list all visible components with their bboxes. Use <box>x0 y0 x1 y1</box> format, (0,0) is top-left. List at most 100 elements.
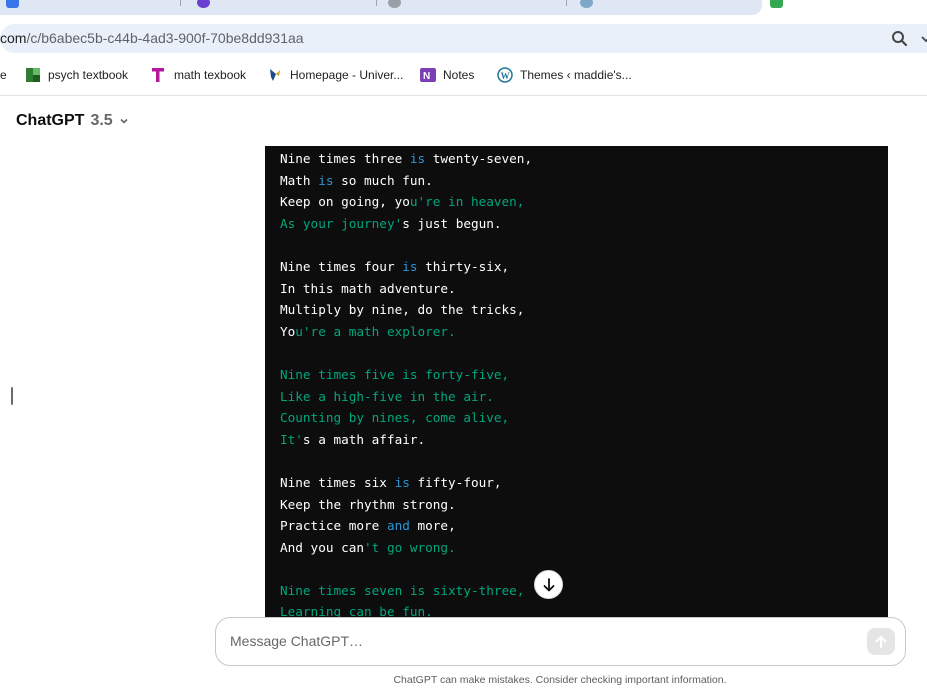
bookmark-item[interactable]: e <box>0 66 7 84</box>
code-token: Nine times seven is sixty-three, <box>280 582 525 598</box>
message-composer <box>215 617 906 666</box>
code-line: Nine times six is fifty-four, <box>280 472 532 494</box>
code-token: In this math adventure. <box>280 280 456 296</box>
code-line: Keep the rhythm strong. <box>280 494 532 516</box>
code-line: Counting by nines, come alive, <box>280 407 532 429</box>
code-token: is <box>318 172 334 188</box>
zoom-search-icon[interactable] <box>889 29 911 49</box>
code-line: Keep on going, you're in heaven, <box>280 191 532 213</box>
url-path: /c/b6abec5b-c44b-4ad3-900f-70be8dd931aa <box>26 30 304 46</box>
bookmarks-bar: e psych textbook math texbook Homepage -… <box>0 60 927 90</box>
code-token: It' <box>280 431 303 447</box>
code-line: Nine times five is forty-five, <box>280 364 532 386</box>
code-token: u're in heaven, <box>409 194 525 210</box>
code-token: Nine times three <box>280 151 410 166</box>
code-token: so much fun. <box>333 172 433 188</box>
code-token: Nine times four <box>280 258 403 274</box>
code-token: is <box>402 258 418 274</box>
code-token: Learning can be fun. <box>280 604 433 618</box>
code-line: As your journey's just begun. <box>280 213 532 235</box>
bookmark-label: math texbook <box>174 68 247 82</box>
code-content: Nine times three is twenty-seven, Math is… <box>280 148 532 618</box>
arrow-up-icon <box>875 635 887 648</box>
tab-group-background <box>0 0 762 15</box>
code-line: Nine times seven is sixty-three, <box>280 580 532 602</box>
bookmark-label: e <box>0 68 7 82</box>
bookmark-homepage-university[interactable]: Homepage - Univer... <box>267 66 403 84</box>
code-token: more, <box>409 518 456 534</box>
code-line: Practice more and more, <box>280 515 532 537</box>
onenote-icon: N <box>420 68 436 82</box>
bookmark-label: Homepage - Univer... <box>290 68 404 82</box>
code-token: As your journey' <box>280 215 403 231</box>
bookmark-label: Themes ‹ maddie's... <box>520 68 632 82</box>
code-line: In this math adventure. <box>280 278 532 300</box>
tab-strip <box>0 0 927 20</box>
code-token: 't go wrong. <box>364 539 456 555</box>
code-token: twenty-seven, <box>425 151 533 166</box>
model-name: ChatGPT <box>16 112 85 129</box>
code-token: Math <box>280 172 319 188</box>
url-text[interactable]: com/c/b6abec5b-c44b-4ad3-900f-70be8dd931… <box>0 30 304 46</box>
code-token: Keep on going, yo <box>280 194 410 210</box>
url-host: com <box>0 30 27 46</box>
code-token: Nine times six <box>280 474 395 490</box>
chevron-down-icon <box>120 118 128 124</box>
code-line: And you can't go wrong. <box>280 537 532 559</box>
code-token: thirty-six, <box>417 258 510 274</box>
code-token: and <box>386 518 410 534</box>
svg-text:N: N <box>423 71 430 82</box>
tab-separator <box>180 0 181 6</box>
bookmark-notes[interactable]: N Notes <box>420 66 474 84</box>
code-token: is <box>409 151 426 166</box>
code-token: is <box>394 474 410 490</box>
code-block: Nine times three is twenty-seven, Math is… <box>265 146 888 618</box>
sidebar-toggle-handle[interactable] <box>11 387 13 405</box>
code-token: Practice more <box>280 518 387 534</box>
chevron-down-icon[interactable] <box>918 29 927 49</box>
university-icon <box>270 69 280 81</box>
code-token: fifty-four, <box>409 474 502 490</box>
code-token: And you can <box>280 539 365 555</box>
arrow-down-icon <box>543 577 554 591</box>
message-input[interactable] <box>230 633 830 649</box>
toolbar-divider <box>0 95 927 96</box>
t-logo-icon <box>152 68 164 82</box>
bookmark-themes[interactable]: W Themes ‹ maddie's... <box>497 66 632 84</box>
code-line: It's a math affair. <box>280 429 532 451</box>
send-button[interactable] <box>867 628 895 655</box>
code-line: Like a high-five in the air. <box>280 386 532 408</box>
tab-separator <box>566 0 567 6</box>
tab-favicon-icon[interactable] <box>6 0 19 8</box>
code-token: s a math affair. <box>302 431 426 447</box>
book-icon <box>26 68 40 82</box>
wordpress-icon: W <box>497 67 513 83</box>
code-line: Nine times four is thirty-six, <box>280 256 532 278</box>
code-line: Learning can be fun. <box>280 601 532 618</box>
screen: com/c/b6abec5b-c44b-4ad3-900f-70be8dd931… <box>0 0 927 695</box>
bookmark-label: psych textbook <box>48 68 129 82</box>
code-line: Multiply by nine, do the tricks, <box>280 299 532 321</box>
model-version: 3.5 <box>90 112 113 129</box>
address-bar-row: com/c/b6abec5b-c44b-4ad3-900f-70be8dd931… <box>0 20 927 57</box>
code-line: You're a math explorer. <box>280 321 532 343</box>
bookmark-psych-textbook[interactable]: psych textbook <box>25 66 128 84</box>
scroll-to-bottom-button[interactable] <box>534 570 563 599</box>
bookmark-math-texbook[interactable]: math texbook <box>151 66 246 84</box>
code-token: Yo <box>280 323 296 339</box>
code-token: Counting by nines, come alive, <box>280 410 510 426</box>
code-token: s just begun. <box>402 215 502 231</box>
tab-favicon-icon[interactable] <box>770 0 783 8</box>
code-token: Multiply by nine, do the tricks, <box>280 302 525 318</box>
code-line: Math is so much fun. <box>280 170 532 192</box>
model-selector[interactable]: ChatGPT 3.5 <box>16 112 129 130</box>
disclaimer-text: ChatGPT can make mistakes. Consider chec… <box>393 674 727 686</box>
code-token: u're a math explorer. <box>295 323 456 339</box>
code-token: Like a high-five in the air. <box>280 388 494 404</box>
svg-text:W: W <box>501 71 510 81</box>
tab-separator <box>376 0 377 6</box>
